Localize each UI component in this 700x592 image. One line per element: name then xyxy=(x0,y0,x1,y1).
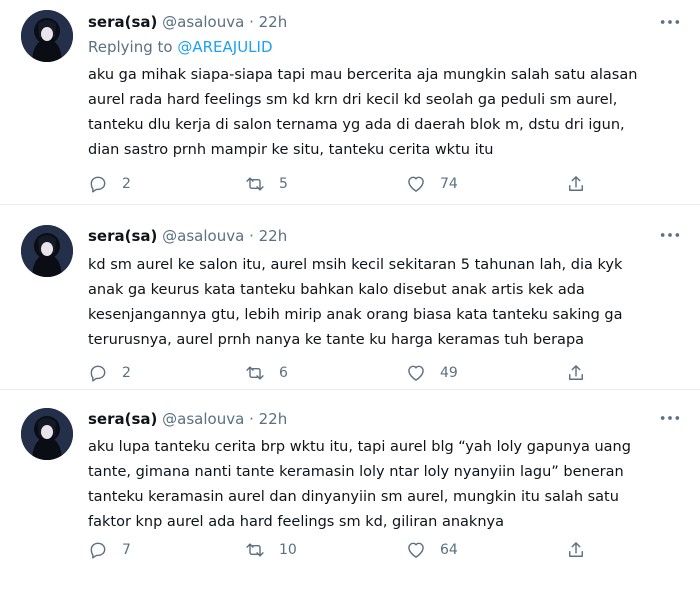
tweet-text-line: tanteku dlu kerja di salon ternama yg ad… xyxy=(88,117,625,133)
reply-button[interactable]: 2 xyxy=(88,172,142,196)
reply-count: 2 xyxy=(122,176,131,192)
tweet-text-line: faktor knp aurel ada hard feelings sm kd… xyxy=(88,514,504,530)
speech-bubble-icon xyxy=(90,176,106,193)
reply-count: 7 xyxy=(122,542,131,558)
more-horizontal-icon xyxy=(660,416,680,420)
tweet-header: sera(sa) @asalouva · 22h xyxy=(88,226,287,246)
retweet-button[interactable]: 6 xyxy=(245,361,299,385)
avatar[interactable] xyxy=(21,225,73,277)
timestamp[interactable]: 22h xyxy=(259,410,288,428)
tweet-text: kd sm aurel ke salon itu, aurel msih kec… xyxy=(88,253,688,353)
retweet-button[interactable]: 5 xyxy=(245,172,299,196)
avatar[interactable] xyxy=(21,408,73,460)
tweet-text-line: terurusnya, aurel prnh nanya ke tante ku… xyxy=(88,332,585,348)
like-button[interactable]: 74 xyxy=(406,172,460,196)
retweet-button[interactable]: 10 xyxy=(245,538,299,562)
avatar-image xyxy=(21,225,73,277)
replying-to-label: Replying to xyxy=(88,38,173,56)
retweet-arrows-icon xyxy=(246,366,264,380)
like-button[interactable]: 49 xyxy=(406,361,460,385)
tweet-actions: 2 5 74 xyxy=(88,172,648,196)
heart-icon xyxy=(408,176,424,192)
tweet[interactable]: sera(sa) @asalouva · 22h kd sm aurel ke … xyxy=(0,205,700,390)
reply-button[interactable]: 2 xyxy=(88,361,142,385)
user-handle[interactable]: @asalouva xyxy=(162,13,244,31)
tweet[interactable]: sera(sa) @asalouva · 22h aku lupa tantek… xyxy=(0,390,700,592)
more-options-button[interactable] xyxy=(658,227,682,247)
tweet-text-line: anak ga keurus kata tanteku bahkan kalo … xyxy=(88,282,585,298)
replying-to: Replying to @AREAJULID xyxy=(88,37,273,57)
heart-icon xyxy=(408,542,424,558)
retweet-count: 5 xyxy=(279,176,288,192)
share-arrow-icon xyxy=(569,542,583,557)
like-count: 49 xyxy=(440,365,458,381)
separator-dot: · xyxy=(249,13,254,31)
avatar-image xyxy=(21,408,73,460)
speech-bubble-icon xyxy=(90,365,106,382)
tweet-header: sera(sa) @asalouva · 22h xyxy=(88,409,287,429)
display-name[interactable]: sera(sa) xyxy=(88,13,157,31)
like-button[interactable]: 64 xyxy=(406,538,460,562)
like-count: 74 xyxy=(440,176,458,192)
retweet-count: 10 xyxy=(279,542,297,558)
more-horizontal-icon xyxy=(660,233,680,237)
retweet-count: 6 xyxy=(279,365,288,381)
share-button[interactable] xyxy=(566,172,600,196)
reply-count: 2 xyxy=(122,365,131,381)
timestamp[interactable]: 22h xyxy=(259,13,288,31)
user-handle[interactable]: @asalouva xyxy=(162,227,244,245)
avatar[interactable] xyxy=(21,10,73,62)
speech-bubble-icon xyxy=(90,542,106,559)
tweet-text-line: aku lupa tanteku cerita brp wktu itu, ta… xyxy=(88,439,631,455)
share-arrow-icon xyxy=(569,176,583,191)
more-options-button[interactable] xyxy=(658,410,682,430)
like-count: 64 xyxy=(440,542,458,558)
tweet-text: aku lupa tanteku cerita brp wktu itu, ta… xyxy=(88,435,688,535)
tweet-actions: 7 10 64 xyxy=(88,538,648,562)
more-horizontal-icon xyxy=(660,20,680,24)
tweet-actions: 2 6 49 xyxy=(88,361,648,385)
tweet-text-line: kesenjangannya gtu, lebih mirip anak ora… xyxy=(88,307,623,323)
heart-icon xyxy=(408,365,424,381)
display-name[interactable]: sera(sa) xyxy=(88,410,157,428)
avatar-image xyxy=(21,10,73,62)
reply-button[interactable]: 7 xyxy=(88,538,142,562)
share-arrow-icon xyxy=(569,365,583,380)
display-name[interactable]: sera(sa) xyxy=(88,227,157,245)
more-options-button[interactable] xyxy=(658,14,682,34)
tweet-text-line: tanteku keramasin aurel dan dinyanyiin s… xyxy=(88,489,619,505)
tweet-text: aku ga mihak siapa-siapa tapi mau bercer… xyxy=(88,63,688,163)
mention-link[interactable]: @AREAJULID xyxy=(177,38,272,56)
tweet-text-line: aurel rada hard feelings sm kd krn dri k… xyxy=(88,92,618,108)
timestamp[interactable]: 22h xyxy=(259,227,288,245)
tweet[interactable]: sera(sa) @asalouva · 22h Replying to @AR… xyxy=(0,0,700,205)
tweet-text-line: aku ga mihak siapa-siapa tapi mau bercer… xyxy=(88,67,638,83)
separator-dot: · xyxy=(249,227,254,245)
retweet-arrows-icon xyxy=(246,543,264,557)
tweet-text-line: kd sm aurel ke salon itu, aurel msih kec… xyxy=(88,257,623,273)
share-button[interactable] xyxy=(566,361,600,385)
tweet-text-line: tante, gimana nanti tante keramasin loly… xyxy=(88,464,624,480)
user-handle[interactable]: @asalouva xyxy=(162,410,244,428)
tweet-text-line: dian sastro prnh mampir ke situ, tanteku… xyxy=(88,142,494,158)
share-button[interactable] xyxy=(566,538,600,562)
tweet-header: sera(sa) @asalouva · 22h xyxy=(88,12,287,32)
retweet-arrows-icon xyxy=(246,177,264,191)
separator-dot: · xyxy=(249,410,254,428)
